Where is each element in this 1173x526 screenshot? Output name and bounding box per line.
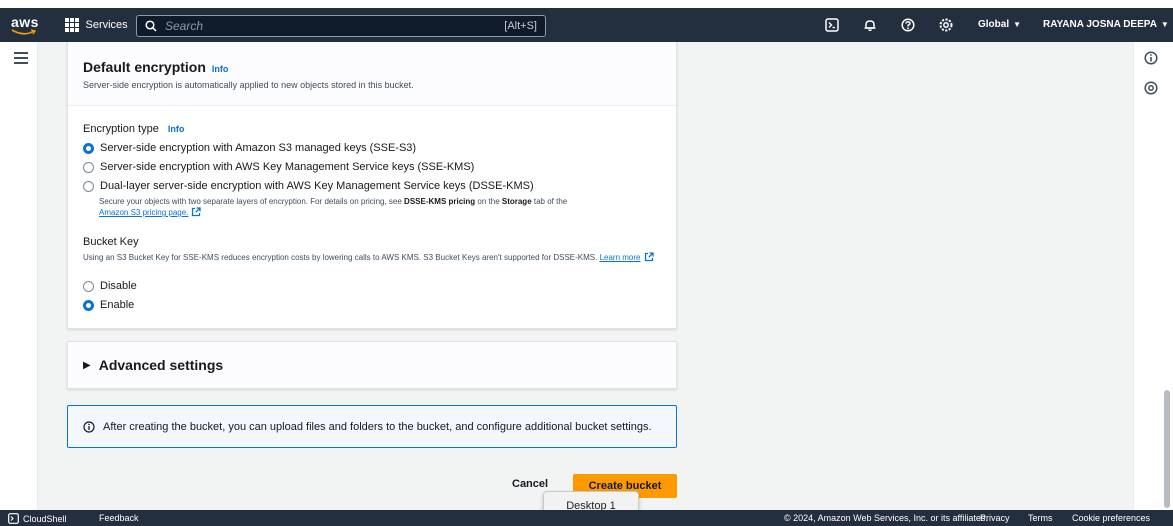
region-label: Global — [978, 19, 1010, 30]
feedback-link[interactable]: Feedback — [99, 513, 139, 523]
radio-bucket-key-enable[interactable]: Enable — [83, 299, 134, 311]
radio-dsse-kms[interactable]: Dual-layer server-side encryption with A… — [83, 180, 534, 192]
bucket-key-label: Bucket Key — [83, 236, 139, 248]
caret-down-icon: ▼ — [1013, 20, 1022, 29]
account-label: RAYANA JOSNA DEEPA — [1043, 19, 1157, 30]
advanced-settings-label: Advanced settings — [98, 357, 224, 373]
scrollbar-thumb[interactable] — [1164, 390, 1170, 508]
help-icon[interactable] — [900, 17, 916, 33]
top-strip — [0, 0, 1173, 8]
advanced-settings-panel[interactable]: ▶ Advanced settings — [67, 341, 677, 389]
encryption-type-info-link[interactable]: Info — [168, 124, 185, 134]
radio-sse-s3[interactable]: Server-side encryption with Amazon S3 ma… — [83, 142, 416, 154]
info-link[interactable]: Info — [212, 64, 229, 74]
radio-label: Dual-layer server-side encryption with A… — [100, 180, 534, 192]
search-icon — [145, 20, 157, 32]
services-label: Services — [85, 19, 128, 31]
cookie-preferences-link[interactable]: Cookie preferences — [1072, 513, 1150, 523]
s3-pricing-link[interactable]: Amazon S3 pricing page. — [99, 208, 188, 217]
info-circle-icon[interactable] — [1144, 51, 1160, 67]
radio-bucket-key-disable[interactable]: Disable — [83, 280, 137, 292]
aws-logo-text: aws — [11, 14, 39, 30]
advanced-settings-toggle[interactable]: ▶ Advanced settings — [83, 357, 223, 373]
learn-more-link[interactable]: Learn more — [600, 253, 641, 262]
radio-button[interactable] — [83, 180, 94, 192]
footer: CloudShell Feedback © 2024, Amazon Web S… — [0, 510, 1173, 526]
cloudshell-button[interactable]: CloudShell — [8, 513, 67, 524]
aws-logo[interactable]: aws — [9, 13, 47, 37]
cloudshell-label: CloudShell — [23, 513, 67, 524]
copyright-text: © 2024, Amazon Web Services, Inc. or its… — [784, 513, 988, 523]
default-encryption-panel: Default encryption Info Server-side encry… — [67, 42, 677, 329]
radio-label: Server-side encryption with Amazon S3 ma… — [100, 142, 417, 154]
bell-icon[interactable] — [862, 17, 878, 33]
caret-right-icon: ▶ — [83, 359, 91, 371]
top-navigation: aws Services Search [Alt+S] Global ▼ RAYA… — [0, 8, 1173, 42]
radio-button[interactable] — [83, 161, 94, 173]
services-menu-button[interactable]: Services — [65, 14, 128, 36]
radio-button-selected[interactable] — [83, 299, 94, 311]
aws-smile-icon — [11, 29, 37, 35]
cloudshell-footer-icon — [8, 513, 19, 524]
panel-title: Default encryption Info — [83, 59, 228, 75]
info-alert: After creating the bucket, you can uploa… — [67, 405, 677, 448]
cloudshell-icon[interactable] — [824, 17, 840, 33]
radio-button[interactable] — [83, 280, 94, 292]
account-menu[interactable]: RAYANA JOSNA DEEPA ▼ — [1043, 19, 1169, 30]
caret-down-icon: ▼ — [1160, 20, 1169, 29]
panel-description: Server-side encryption is automatically … — [83, 80, 414, 90]
search-shortcut: [Alt+S] — [504, 20, 537, 32]
radio-label: Server-side encryption with AWS Key Mana… — [100, 161, 475, 173]
info-icon — [83, 420, 95, 433]
terms-link[interactable]: Terms — [1028, 513, 1053, 523]
panel-title-text: Default encryption — [83, 59, 206, 75]
feedback-icon[interactable] — [1144, 81, 1160, 97]
region-selector[interactable]: Global ▼ — [978, 19, 1021, 30]
radio-sse-kms[interactable]: Server-side encryption with AWS Key Mana… — [83, 161, 474, 173]
services-grid-icon — [65, 18, 79, 32]
radio-label: Enable — [100, 299, 135, 311]
cancel-button[interactable]: Cancel — [512, 478, 548, 490]
dsse-help-text: Secure your objects with two separate la… — [99, 197, 568, 217]
hamburger-menu-icon[interactable] — [14, 52, 28, 67]
encryption-type-label: Encryption type Info — [83, 123, 185, 135]
radio-button-selected[interactable] — [83, 142, 94, 154]
external-link-icon — [644, 252, 654, 262]
search-input[interactable]: Search — [165, 19, 504, 33]
radio-label: Disable — [100, 280, 137, 292]
gear-icon[interactable] — [938, 17, 954, 33]
panel-header: Default encryption Info Server-side encry… — [68, 42, 676, 106]
search-bar[interactable]: Search [Alt+S] — [136, 15, 546, 37]
left-rail — [0, 42, 38, 510]
bucket-key-help-text: Using an S3 Bucket Key for SSE-KMS reduc… — [83, 252, 658, 263]
external-link-icon — [192, 207, 202, 217]
alert-text: After creating the bucket, you can uploa… — [103, 420, 652, 433]
privacy-link[interactable]: Privacy — [980, 513, 1010, 523]
